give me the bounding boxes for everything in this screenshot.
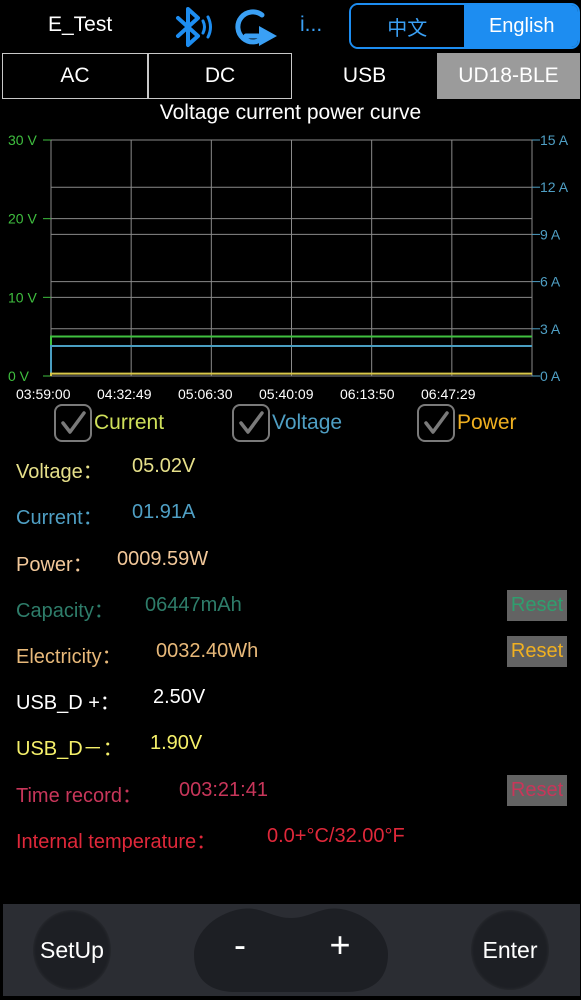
internal-temperature-label: Internal temperature： [16,831,217,853]
electricity-reading: Electricity： 0032.40Wh [16,640,258,669]
usb-dplus-label: USB_D +： [16,692,120,714]
enter-button[interactable]: Enter [471,910,549,990]
voltage-current-power-chart: 30 V 20 V 10 V 0 V 15 A 12 A 9 A 6 A 3 A 0 A 03:59… [8,132,569,402]
bluetooth-icon[interactable] [172,6,216,48]
tab-ud18-ble[interactable]: UD18-BLE [437,53,580,99]
time-record-label: Time record： [16,785,142,807]
right-axis-tick-label: 6 A [540,274,561,290]
left-axis-tick-label: 30 V [8,132,37,148]
time-record-value: 003:21:41 [179,779,268,801]
right-axis-tick-label: 12 A [540,179,569,195]
app-title: E_Test [48,13,113,36]
checkmark-icon [232,404,270,442]
internal-temperature-reading: Internal temperature： 0.0+°C/32.00°F [16,825,405,854]
left-axis-tick-label: 0 V [8,368,30,384]
right-axis-tick-label: 15 A [540,132,569,148]
x-axis-tick-label: 05:40:09 [259,386,314,402]
usb-dminus-reading: USB_D－： 1.90V [16,732,202,761]
power-value: 0009.59W [117,548,209,570]
voltage-value: 05.02V [132,455,196,477]
lang-english-button[interactable]: English [465,5,578,47]
voltage-reading: Voltage： 05.02V [16,455,195,484]
voltage-checkbox-label: Voltage [272,411,343,434]
capacity-label: Capacity： [16,600,114,622]
right-axis-tick-label: 3 A [540,321,561,337]
tab-ac[interactable]: AC [2,53,148,99]
electricity-label: Electricity： [16,646,122,668]
minus-button[interactable]: - [220,924,260,966]
chart-title: Voltage current power curve [159,101,422,124]
plus-button[interactable]: + [320,924,360,966]
right-axis-tick-label: 0 A [540,368,561,384]
tab-usb[interactable]: USB [292,53,437,99]
left-axis-tick-label: 10 V [8,289,37,305]
setup-button[interactable]: SetUp [33,910,111,990]
time-reset-button[interactable]: Reset [507,775,567,806]
checkmark-icon [54,404,92,442]
electricity-reset-button[interactable]: Reset [507,636,567,667]
sync-icon[interactable] [232,6,278,48]
internal-temperature-value: 0.0+°C/32.00°F [267,825,405,847]
usb-dminus-label: USB_D－： [16,738,123,760]
checkmark-icon [417,404,455,442]
x-axis-tick-label: 04:32:49 [97,386,152,402]
capacity-reading: Capacity： 06447mAh [16,594,242,623]
power-reading: Power： 0009.59W [16,548,208,577]
device-tabs: AC DC USB UD18-BLE [2,53,580,99]
voltage-checkbox[interactable]: Voltage [232,404,342,442]
current-value: 01.91A [132,501,196,523]
power-checkbox[interactable]: Power [417,404,517,442]
capacity-value: 06447mAh [145,594,242,616]
current-checkbox-label: Current [94,411,165,434]
usb-dplus-value: 2.50V [153,686,206,708]
capacity-reset-button[interactable]: Reset [507,590,567,621]
x-axis-tick-label: 05:06:30 [178,386,233,402]
tab-dc[interactable]: DC [148,53,292,99]
voltage-label: Voltage： [16,461,103,483]
device-name-truncated[interactable]: i... [300,13,322,37]
time-record-reading: Time record： 003:21:41 [16,779,268,808]
power-label: Power： [16,554,93,576]
left-axis-tick-label: 20 V [8,211,37,227]
language-switch: 中文 English [349,3,580,49]
usb-dplus-reading: USB_D +： 2.50V [16,686,205,715]
current-checkbox[interactable]: Current [54,404,164,442]
right-axis-tick-label: 9 A [540,226,561,242]
current-label: Current： [16,507,103,529]
usb-dminus-value: 1.90V [150,732,203,754]
power-checkbox-label: Power [457,411,517,434]
current-reading: Current： 01.91A [16,501,195,530]
x-axis-tick-label: 03:59:00 [16,386,71,402]
electricity-value: 0032.40Wh [156,640,259,662]
x-axis-tick-label: 06:13:50 [340,386,395,402]
x-axis-tick-label: 06:47:29 [421,386,476,402]
top-bar: E_Test i... 中文 English [0,0,581,52]
lang-chinese-button[interactable]: 中文 [351,5,466,47]
